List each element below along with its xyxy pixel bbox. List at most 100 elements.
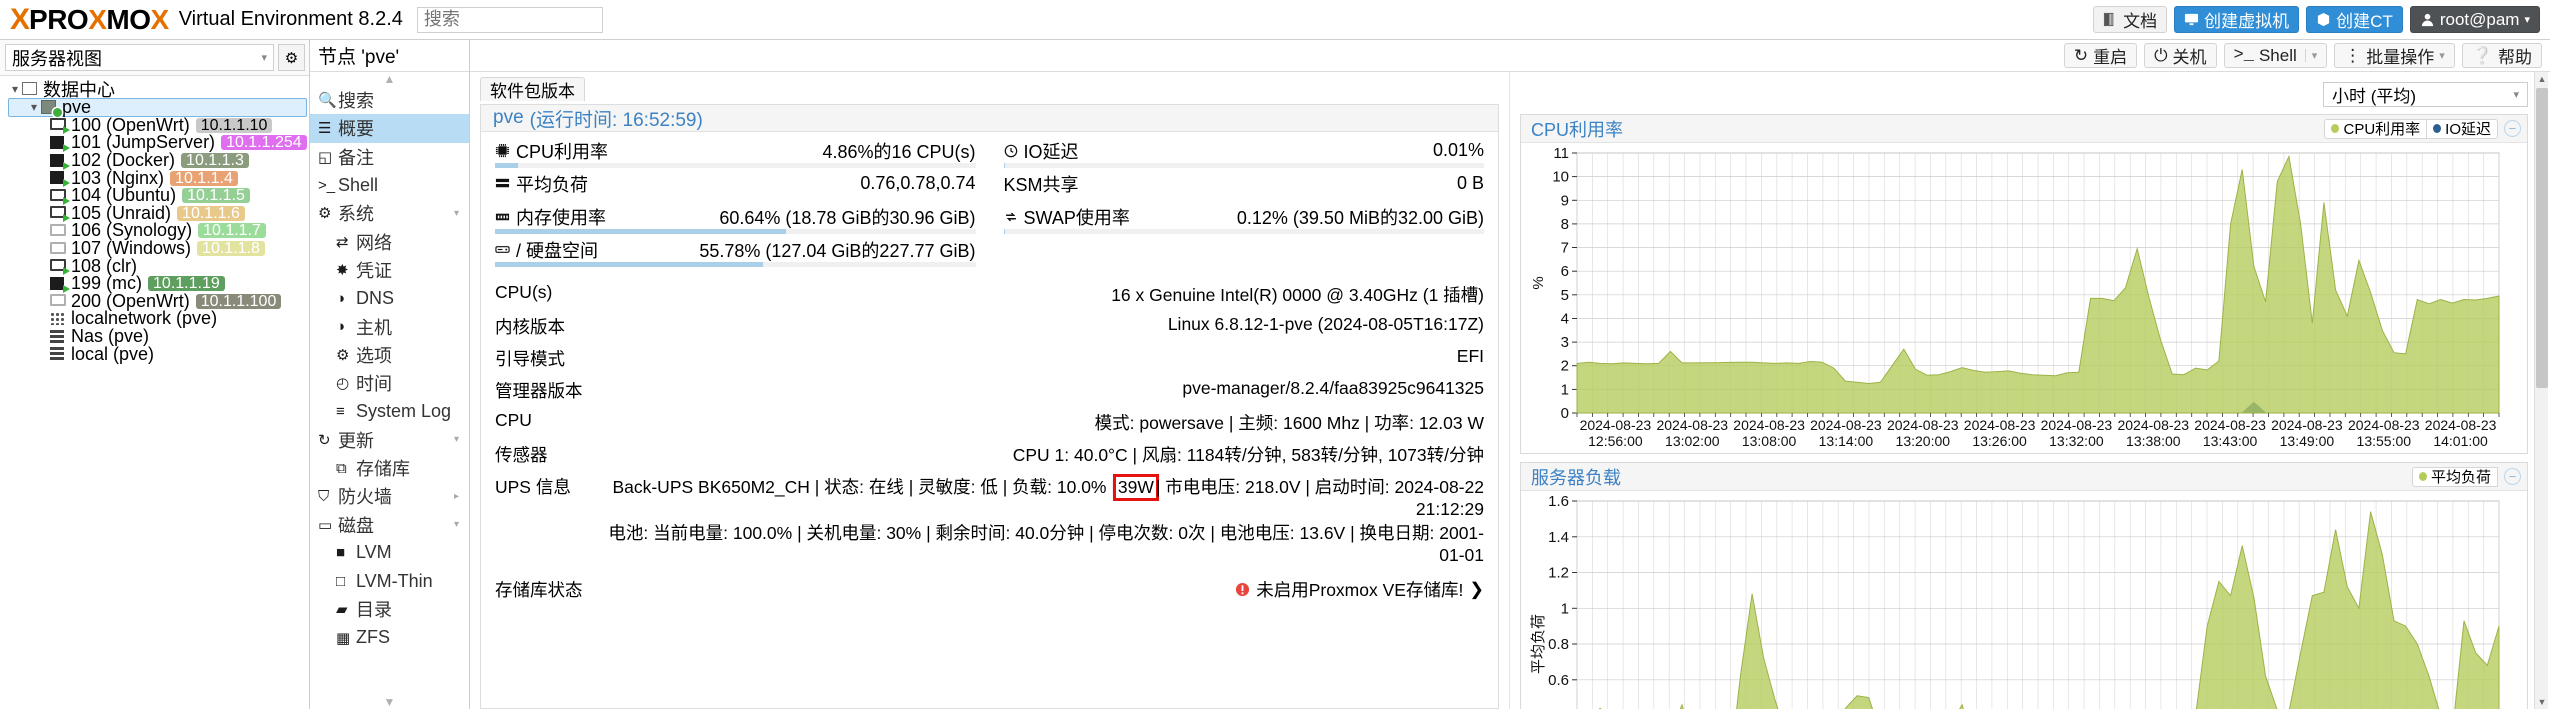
scroll-down-arrow[interactable]: ▼ [2535,695,2549,709]
legend-item[interactable]: CPU利用率 [2324,118,2428,139]
nav-item-certificate[interactable]: ✸ 凭证 [310,256,469,284]
tree-item[interactable]: local (pve) [4,344,307,364]
proxmox-logo[interactable]: X PROXMOX [10,3,169,37]
nav-item-hosts[interactable]: ◑ 主机 [310,312,469,340]
gear-icon: ⚙ [284,49,299,67]
chart-header: 服务器负载 平均负荷 − [1521,463,2527,491]
legend-item[interactable]: 平均负荷 [2411,466,2498,487]
nav-item-syslog[interactable]: ≡ System Log [310,397,469,425]
tree-expander-icon[interactable]: ▾ [27,100,41,114]
shutdown-button[interactable]: ⏻ 关机 [2144,43,2217,68]
nav-scroll-up[interactable]: ▲ [310,72,469,86]
create-vm-button[interactable]: 创建虚拟机 [2174,6,2300,33]
svg-text:6: 6 [1561,263,1569,280]
chevron-down-icon[interactable]: ▾ [454,208,459,219]
nav-item-firewall[interactable]: ⛉ 防火墙 ▸ [310,482,469,510]
tree-item[interactable]: localnetwork (pve) [4,308,307,328]
bulk-actions-button[interactable]: ⋮ 批量操作 ▾ [2334,43,2455,68]
svg-text:平均负荷: 平均负荷 [1530,614,1547,674]
hosts-icon: ◑ [336,318,346,336]
charts-scrollbar[interactable]: ▲ ▼ [2534,72,2548,709]
tree-item[interactable]: Nas (pve) [4,326,307,346]
collapse-icon[interactable]: − [2504,468,2521,485]
search-icon: 🔍 [318,92,337,110]
tree-item[interactable]: 107 (Windows) 10.1.1.8 [4,238,307,258]
nav-item-lvm[interactable]: ■ LVM [310,539,469,567]
create-ct-button[interactable]: 创建CT [2306,6,2403,33]
chevron-down-icon[interactable]: ▾ [2304,49,2317,62]
charts-host: CPU利用率 CPU利用率 IO延迟 −0 1 2 3 4 5 6 7 8 9 10 11% 2024-08-… [1516,114,2550,709]
tree-settings-button[interactable]: ⚙ [278,44,305,71]
gauge-value: 0.12% (39.50 MiB的32.00 GiB) [1236,207,1484,228]
vm-running-icon [50,118,70,135]
nav-item-repository[interactable]: ⧉ 存储库 [310,454,469,482]
ip-tag: 10.1.1.8 [197,241,265,257]
gauge-value: 0.76,0.78,0.74 [860,173,976,193]
scroll-thumb[interactable] [2536,88,2548,388]
svg-text:13:49:00: 13:49:00 [2280,433,2335,449]
scroll-up-arrow[interactable]: ▲ [2535,72,2549,86]
nav-item-clock[interactable]: ◴ 时间 [310,369,469,397]
nav-item-label: 更新 [338,430,374,451]
nav-item-label: LVM [356,542,392,563]
tree-item[interactable]: ▾ pve [8,97,307,118]
nav-item-directory[interactable]: ▰ 目录 [310,595,469,623]
tree-item[interactable]: 108 (clr) [4,256,307,276]
nav-item-disk[interactable]: ▭ 磁盘 ▾ [310,510,469,538]
book-icon [2104,12,2114,27]
storage-status-value[interactable]: 未启用Proxmox VE存储库! ❯ [1235,577,1484,602]
docs-button[interactable]: 文档 [2093,6,2168,33]
svg-text:2024-08-23: 2024-08-23 [2194,417,2266,433]
nav-item-shell[interactable]: >_ Shell [310,171,469,199]
collapse-icon[interactable]: − [2504,120,2521,137]
vm-running-icon [50,259,70,276]
search-input[interactable] [416,6,603,33]
detail-key: 传感器 [495,444,548,465]
nav-item-summary[interactable]: ☰ 概要 [310,114,469,143]
ups-line1-prefix: Back-UPS BK650M2_CH | 状态: 在线 | 灵敏度: 低 | … [612,476,1116,497]
detail-value: pve-manager/8.2.4/faa83925c9641325 [1182,377,1484,398]
nav-item-options[interactable]: ⚙ 选项 [310,341,469,369]
legend-item[interactable]: IO延迟 [2427,118,2498,139]
svg-text:13:02:00: 13:02:00 [1665,433,1720,449]
logo-x3: X [150,3,170,35]
nav-item-search[interactable]: 🔍 搜索 [310,86,469,114]
restart-button[interactable]: ↻ 重启 [2063,43,2138,68]
nav-item-lvm-thin[interactable]: □ LVM-Thin [310,567,469,595]
chevron-right-icon[interactable]: ❯ [1469,579,1484,600]
shell-button[interactable]: >_ Shell ▾ [2223,43,2328,68]
svg-text:0.8: 0.8 [1548,636,1569,653]
tab-package-versions[interactable]: 软件包版本 [480,77,585,101]
period-selector[interactable]: 小时 (平均) ▾ [2323,81,2528,107]
gauge-label-text: 内存使用率 [516,207,606,228]
nav-item-notes[interactable]: ◱ 备注 [310,143,469,171]
nav-item-dns[interactable]: ◑ DNS [310,284,469,312]
svg-text:2024-08-23: 2024-08-23 [1887,417,1959,433]
svg-text:13:26:00: 13:26:00 [1972,433,2027,449]
gauge-progress-bar [495,262,976,267]
gauges: CPU利用率 4.86%的16 CPU(s) 平均负荷 0.76,0.78,0.74 内… [481,132,1498,274]
tree-item[interactable]: ▾ 数据中心 [4,80,307,100]
nav-item-update[interactable]: ↻ 更新 ▾ [310,426,469,454]
view-selector-combo[interactable]: 服务器视图 ▾ [5,44,274,71]
svg-text:11: 11 [1553,145,1569,162]
chart-header: CPU利用率 CPU利用率 IO延迟 − [1521,115,2527,143]
svg-text:4: 4 [1561,311,1569,328]
chevron-down-icon[interactable]: ▾ [454,519,459,530]
product-title: Virtual Environment 8.2.4 [178,8,403,30]
tree-expander-icon[interactable]: ▾ [8,82,22,96]
running-indicator-icon [63,143,70,152]
chevron-right-icon[interactable]: ▸ [454,491,459,502]
chevron-down-icon[interactable]: ▾ [454,434,459,445]
nav-item-zfs[interactable]: ▦ ZFS [310,624,469,652]
nav-item-network[interactable]: ⇄ 网络 [310,227,469,255]
content-area: ↻ 重启 ⏻ 关机 >_ Shell ▾ ⋮ 批量操作 ▾ ❔ 帮助 软件包版本… [470,40,2550,709]
nav-item-system[interactable]: ⚙ 系统 ▾ [310,199,469,227]
nav-scroll-down[interactable]: ▼ [310,695,469,709]
nav-item-label: LVM-Thin [356,570,433,591]
user-menu-button[interactable]: root@pam ▾ [2409,6,2540,33]
svg-text:8: 8 [1561,216,1569,233]
gauge-progress-fill [495,163,519,168]
node-nav-panel: 节点 'pve' ▲ 🔍 搜索 ☰ 概要 ◱ 备注 >_ Shell ⚙ 系统 ▾ ⇄ 网络 ✸ 凭证 ◑ DN… [310,40,470,709]
help-button[interactable]: ❔ 帮助 [2461,43,2542,68]
